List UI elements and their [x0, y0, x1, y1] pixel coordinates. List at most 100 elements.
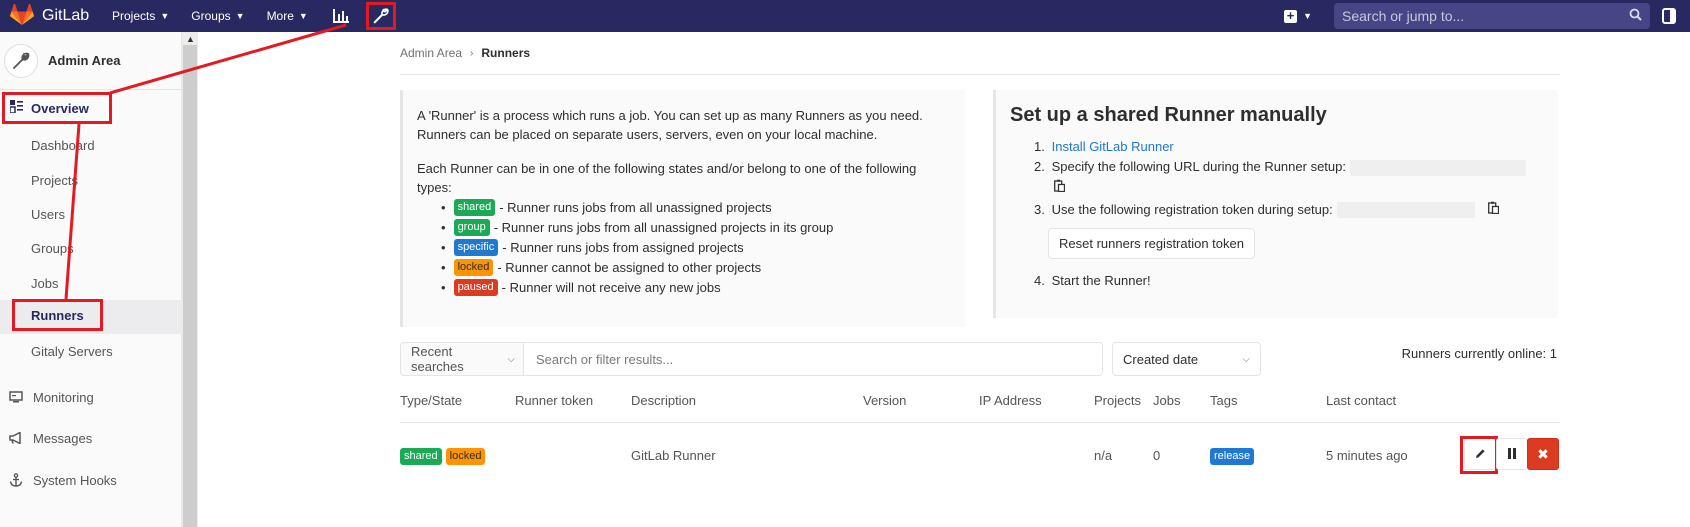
- badge-group: group: [453, 218, 490, 236]
- badge-paused: paused: [453, 278, 498, 296]
- runners-online-count: Runners currently online: 1: [1401, 346, 1557, 361]
- recent-searches-dropdown[interactable]: Recent searches ⌵: [400, 342, 524, 376]
- reset-token-row: Reset runners registration token: [1034, 220, 1544, 271]
- breadcrumb-admin-area[interactable]: Admin Area: [400, 46, 462, 60]
- install-runner-link[interactable]: Install GitLab Runner: [1052, 139, 1174, 154]
- user-menu-icon[interactable]: [1660, 6, 1678, 26]
- gitlab-brand: GitLab: [42, 7, 90, 24]
- nav-projects-menu[interactable]: Projects ▼: [112, 9, 169, 23]
- nav-more-menu[interactable]: More ▼: [267, 9, 308, 23]
- sidebar-item-monitoring[interactable]: Monitoring: [0, 380, 182, 414]
- list-item: group - Runner runs jobs from all unassi…: [441, 217, 951, 237]
- state-description: - Runner cannot be assigned to other pro…: [497, 259, 762, 275]
- new-item-dropdown[interactable]: + ▼: [1284, 9, 1312, 23]
- badge-specific: specific: [453, 238, 499, 256]
- chevron-down-icon: ▼: [1303, 11, 1312, 21]
- runner-description-link[interactable]: GitLab Runner: [631, 448, 716, 463]
- column-header-last-contact: Last contact: [1326, 393, 1397, 408]
- activity-chart-icon[interactable]: [330, 5, 352, 27]
- sidebar-item-label: System Hooks: [33, 472, 117, 488]
- copy-url-clipboard-icon[interactable]: [1054, 178, 1066, 198]
- badge-locked: locked: [453, 258, 494, 276]
- runner-type-state-cell: shared locked: [400, 448, 489, 465]
- sidebar-item-label: Groups: [31, 240, 74, 256]
- scroll-up-arrow-icon[interactable]: ▲: [186, 34, 195, 44]
- sidebar-item-label: Jobs: [31, 275, 59, 291]
- list-item: shared - Runner runs jobs from all unass…: [441, 197, 951, 217]
- sort-selected-value: Created date: [1123, 351, 1199, 367]
- pause-icon: [1507, 447, 1517, 462]
- global-search[interactable]: [1334, 3, 1650, 29]
- scrollbar-thumb[interactable]: [183, 45, 197, 527]
- sidebar-item-system-hooks[interactable]: System Hooks: [0, 463, 182, 497]
- column-header-version: Version: [863, 393, 907, 408]
- sort-dropdown[interactable]: Created date ⌵: [1112, 342, 1261, 376]
- runner-intro-text: A 'Runner' is a process which runs a job…: [417, 108, 923, 142]
- state-description: - Runner will not receive any new jobs: [501, 279, 721, 295]
- sidebar-item-overview-label: Overview: [31, 100, 89, 116]
- setup-step-4-text: Start the Runner!: [1051, 273, 1151, 289]
- sidebar-scrollbar[interactable]: ▲: [182, 32, 198, 527]
- runner-filter-bar: Recent searches ⌵: [400, 342, 1103, 376]
- list-item: specific - Runner runs jobs from assigne…: [441, 237, 951, 257]
- state-description: - Runner runs jobs from assigned project…: [502, 239, 744, 255]
- sidebar-item-overview[interactable]: Overview: [2, 92, 112, 124]
- sidebar-item-messages[interactable]: Messages: [0, 421, 182, 455]
- chevron-down-icon: ⌵: [507, 353, 515, 365]
- runner-tags-cell: release: [1210, 448, 1258, 465]
- runner-info-panel: A 'Runner' is a process which runs a job…: [400, 90, 965, 327]
- gitlab-home-link[interactable]: GitLab: [10, 2, 100, 29]
- chevron-right-icon: ›: [470, 47, 474, 59]
- setup-step-1: 1. Install GitLab Runner: [1034, 139, 1174, 154]
- list-item: paused - Runner will not receive any new…: [441, 277, 951, 297]
- filter-search-box[interactable]: [524, 342, 1103, 376]
- pause-runner-button[interactable]: [1496, 438, 1528, 470]
- sidebar-item-jobs[interactable]: Jobs: [0, 266, 182, 300]
- admin-avatar-wrench-icon: [4, 43, 38, 78]
- chevron-down-icon: ▼: [298, 11, 308, 21]
- top-navbar: GitLab Projects ▼ Groups ▼ More ▼ + ▼: [0, 0, 1690, 32]
- runner-last-contact-cell: 5 minutes ago: [1326, 448, 1408, 463]
- setup-steps: 1. Install GitLab Runner 2. Specify the …: [1034, 137, 1544, 291]
- sidebar-item-gitaly-servers[interactable]: Gitaly Servers: [0, 334, 182, 368]
- gitlab-logo-icon: [10, 2, 34, 29]
- remove-runner-button[interactable]: ✖: [1527, 438, 1559, 470]
- breadcrumb: Admin Area › Runners: [400, 46, 530, 60]
- runner-states-list: shared - Runner runs jobs from all unass…: [441, 197, 951, 297]
- sidebar-item-groups[interactable]: Groups: [0, 231, 182, 265]
- sidebar-context-header[interactable]: Admin Area: [0, 32, 181, 90]
- breadcrumb-runners[interactable]: Runners: [481, 46, 530, 60]
- badge-shared: shared: [400, 448, 442, 465]
- badge-locked: locked: [445, 448, 486, 465]
- nav-projects-label: Projects: [112, 9, 156, 23]
- sidebar-item-label: Projects: [31, 172, 78, 188]
- table-header-divider: [400, 422, 1560, 423]
- setup-step-3-text: Use the following registration token dur…: [1051, 201, 1333, 217]
- search-icon[interactable]: [1629, 8, 1642, 24]
- filter-search-input[interactable]: [536, 351, 1090, 367]
- column-header-description: Description: [631, 393, 697, 408]
- sidebar-item-dashboard[interactable]: Dashboard: [0, 128, 182, 162]
- admin-area-wrench-icon[interactable]: [365, 2, 396, 30]
- nav-groups-menu[interactable]: Groups ▼: [191, 9, 244, 23]
- sidebar-item-users[interactable]: Users: [0, 197, 182, 231]
- sidebar-item-label: Dashboard: [31, 137, 95, 153]
- close-icon: ✖: [1537, 445, 1549, 462]
- recent-searches-label: Recent searches: [411, 344, 464, 374]
- sidebar-item-projects[interactable]: Projects: [0, 163, 182, 197]
- sidebar-title: Admin Area: [48, 53, 121, 68]
- column-header-ip-address: IP Address: [979, 393, 1042, 408]
- edit-button-annotation: [1460, 436, 1498, 474]
- copy-token-clipboard-icon[interactable]: [1488, 200, 1500, 220]
- tag-badge[interactable]: release: [1210, 448, 1255, 465]
- global-search-input[interactable]: [1342, 8, 1629, 24]
- sidebar-item-label: Gitaly Servers: [31, 343, 113, 359]
- runner-projects-cell: n/a: [1094, 448, 1113, 463]
- sidebar-item-runners[interactable]: Runners: [12, 299, 103, 331]
- reset-registration-token-button[interactable]: Reset runners registration token: [1048, 228, 1255, 260]
- sidebar-item-label: Monitoring: [33, 389, 94, 405]
- column-header-tags: Tags: [1210, 393, 1238, 408]
- badge-shared: shared: [453, 198, 496, 216]
- monitor-icon: [9, 390, 23, 404]
- chevron-down-icon: ⌵: [1242, 353, 1250, 365]
